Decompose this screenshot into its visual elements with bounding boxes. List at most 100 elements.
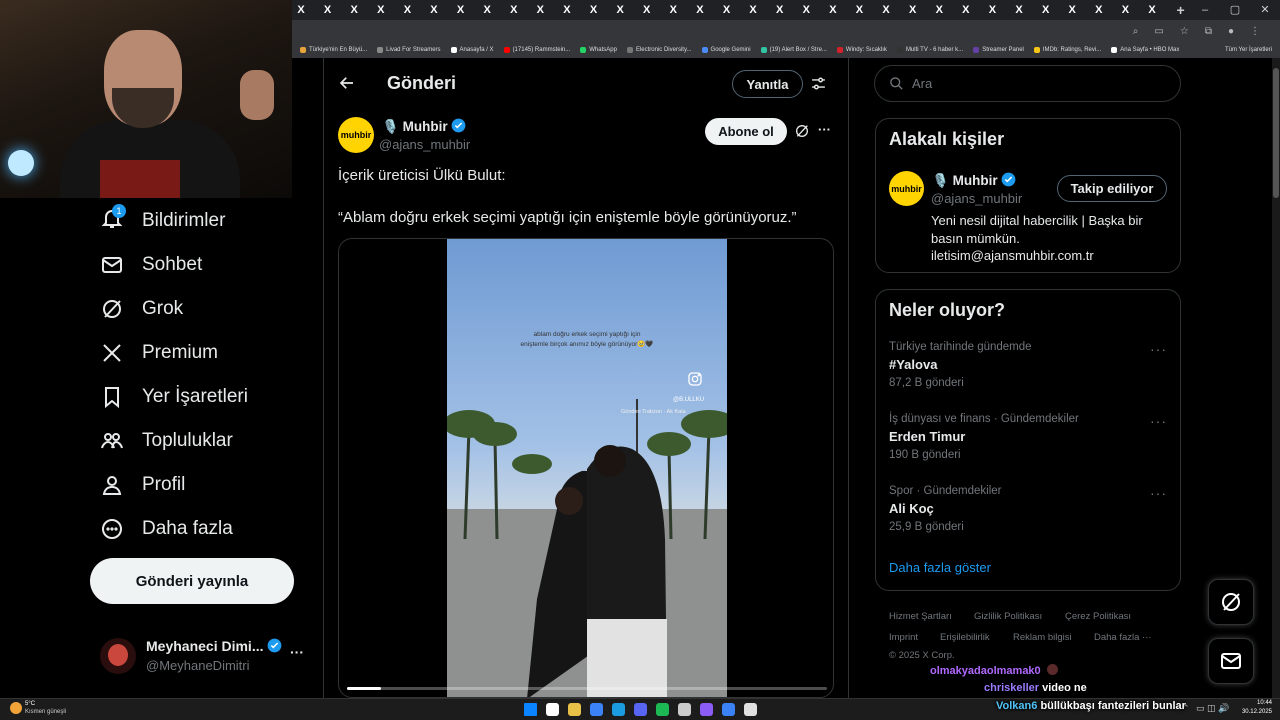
browser-menu-icon[interactable]: ⋮ <box>1250 26 1260 37</box>
trend-item[interactable]: Spor · Gündemdekiler Ali Koç 25,9 B gönd… <box>889 485 1169 533</box>
taskbar-app-icon[interactable] <box>722 703 735 716</box>
browser-tab[interactable]: X <box>558 2 576 18</box>
browser-tab[interactable]: X <box>1037 2 1055 18</box>
post-author[interactable]: 🎙️ Muhbir <box>382 118 466 135</box>
browser-tab[interactable]: X <box>718 2 736 18</box>
taskbar-app-icon[interactable] <box>546 703 559 716</box>
trend-more-icon[interactable]: ··· <box>1150 485 1167 501</box>
browser-tab[interactable]: X <box>983 2 1001 18</box>
browser-tab[interactable]: X <box>292 2 310 18</box>
close-window-button[interactable]: ✕ <box>1250 0 1280 20</box>
grok-fab[interactable] <box>1208 579 1254 625</box>
browser-tab[interactable]: X <box>505 2 523 18</box>
browser-tab[interactable]: X <box>478 2 496 18</box>
browser-tab[interactable]: X <box>1116 2 1134 18</box>
profile-icon[interactable]: ● <box>1228 26 1234 37</box>
browser-tab[interactable]: X <box>744 2 762 18</box>
browser-tab[interactable]: X <box>398 2 416 18</box>
trend-more-icon[interactable]: ··· <box>1150 413 1167 429</box>
browser-tab[interactable]: X <box>452 2 470 18</box>
footer-link[interactable]: Reklam bilgisi <box>1013 632 1072 643</box>
browser-tab[interactable]: X <box>585 2 603 18</box>
bookmark-item[interactable]: Electronic Diversity... <box>626 47 692 53</box>
browser-tab[interactable]: X <box>877 2 895 18</box>
extensions-icon[interactable]: ⧉ <box>1205 26 1212 37</box>
taskbar-app-icon[interactable] <box>612 703 625 716</box>
bookmark-item[interactable]: Ana Sayfa • HBO Max <box>1111 47 1179 53</box>
minimize-button[interactable]: – <box>1190 0 1220 20</box>
nav-bookmarks[interactable]: Yer İşaretleri <box>100 375 248 419</box>
zoom-icon[interactable]: ⌕ <box>1133 26 1139 37</box>
bookmark-item[interactable]: IMDb: Ratings, Revi... <box>1033 47 1101 53</box>
bookmark-item[interactable]: Livad For Streamers <box>377 47 441 53</box>
bookmark-item[interactable]: Türkiye'nin En Büyü... <box>300 47 367 53</box>
browser-tab[interactable]: X <box>691 2 709 18</box>
browser-tab[interactable]: X <box>425 2 443 18</box>
trend-item[interactable]: İş dünyası ve finans · Gündemdekiler Erd… <box>889 413 1169 461</box>
bookmark-item[interactable]: (19) Alert Box / Stre... <box>760 47 827 53</box>
muhbir-avatar[interactable]: muhbir <box>338 117 374 153</box>
taskbar-app-icon[interactable] <box>568 703 581 716</box>
new-tab-button[interactable]: + <box>1172 2 1190 18</box>
following-button[interactable]: Takip ediliyor <box>1057 175 1167 202</box>
search-box[interactable]: Ara <box>874 65 1181 102</box>
taskbar-app-icon[interactable] <box>744 703 757 716</box>
nav-messages[interactable]: Sohbet <box>100 243 202 287</box>
nav-more[interactable]: Daha fazla <box>100 507 233 551</box>
browser-tab[interactable]: X <box>664 2 682 18</box>
post-author-handle[interactable]: @ajans_muhbir <box>379 137 470 152</box>
trend-item[interactable]: Türkiye tarihinde gündemde #Yalova 87,2 … <box>889 341 1169 389</box>
reply-button[interactable]: Yanıtla <box>732 70 803 98</box>
bookmark-item[interactable]: Google Gemini <box>701 47 751 53</box>
bookmark-item[interactable]: WhatsApp <box>580 47 617 53</box>
bookmark-item[interactable]: Multi TV - 6 haber k... <box>896 47 963 53</box>
taskbar-app-icon[interactable] <box>590 703 603 716</box>
nav-notifications[interactable]: 1 Bildirimler <box>100 199 225 243</box>
maximize-button[interactable]: ▢ <box>1220 0 1250 20</box>
scrollbar-thumb[interactable] <box>1273 68 1279 198</box>
footer-link[interactable]: Hizmet Şartları <box>889 611 952 622</box>
browser-tab[interactable]: X <box>824 2 842 18</box>
browser-tab[interactable]: X <box>850 2 868 18</box>
start-menu-icon[interactable] <box>524 703 537 716</box>
related-name[interactable]: 🎙️ Muhbir <box>932 172 1016 189</box>
all-bookmarks-link[interactable]: Tüm Yer İşaretleri <box>1225 47 1280 53</box>
browser-tab[interactable]: X <box>345 2 363 18</box>
page-scrollbar[interactable] <box>1272 58 1280 698</box>
show-more-link[interactable]: Daha fazla göster <box>889 560 991 575</box>
sliders-icon[interactable] <box>810 75 827 97</box>
browser-tab[interactable]: X <box>319 2 337 18</box>
cast-icon[interactable]: ▭ <box>1154 26 1163 37</box>
browser-tab[interactable]: X <box>904 2 922 18</box>
subscribe-button[interactable]: Abone ol <box>705 118 787 145</box>
video-progress-track[interactable] <box>347 687 827 690</box>
footer-link[interactable]: Erişilebilirlik <box>940 632 990 643</box>
browser-tab[interactable]: X <box>1090 2 1108 18</box>
nav-profile[interactable]: Profil <box>100 463 185 507</box>
browser-tab[interactable]: X <box>930 2 948 18</box>
footer-link[interactable]: Çerez Politikası <box>1065 611 1131 622</box>
search-input[interactable]: Ara <box>912 76 932 91</box>
browser-tab[interactable]: X <box>1143 2 1161 18</box>
footer-link[interactable]: Daha fazla ··· <box>1094 632 1152 643</box>
post-video[interactable]: ablam doğru erkek seçimi yaptığı için en… <box>338 238 834 698</box>
tray-icons[interactable]: ▭ ◫ 🔊 <box>1196 703 1229 714</box>
messages-fab[interactable] <box>1208 638 1254 684</box>
trend-more-icon[interactable]: ··· <box>1150 341 1167 357</box>
account-switcher[interactable]: Meyhaneci Dimi... @MeyhaneDimitri ··· <box>100 638 310 678</box>
star-icon[interactable]: ☆ <box>1180 26 1189 37</box>
browser-tab[interactable]: X <box>1010 2 1028 18</box>
browser-tab[interactable]: X <box>611 2 629 18</box>
post-button[interactable]: Gönderi yayınla <box>90 558 294 604</box>
browser-tab[interactable]: X <box>771 2 789 18</box>
nav-premium[interactable]: Premium <box>100 331 218 375</box>
taskbar-app-icon[interactable] <box>634 703 647 716</box>
related-handle[interactable]: @ajans_muhbir <box>931 191 1022 206</box>
back-arrow-icon[interactable] <box>338 74 356 97</box>
footer-link[interactable]: Gizlilik Politikası <box>974 611 1042 622</box>
browser-tab[interactable]: X <box>372 2 390 18</box>
browser-tab[interactable]: X <box>1063 2 1081 18</box>
related-avatar[interactable]: muhbir <box>889 171 924 206</box>
browser-tab[interactable]: X <box>957 2 975 18</box>
account-more-icon[interactable]: ··· <box>290 644 304 660</box>
